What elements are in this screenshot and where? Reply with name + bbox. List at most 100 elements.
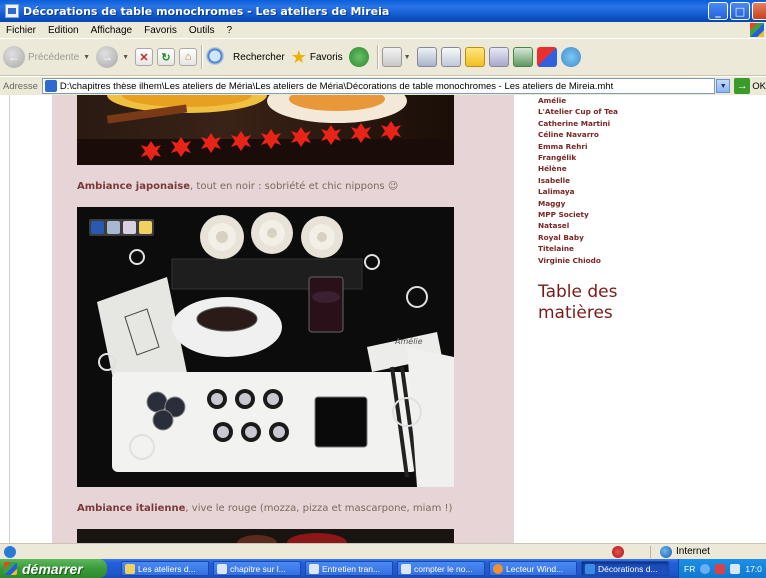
forward-button[interactable]: → bbox=[96, 46, 119, 68]
sidebar-link[interactable]: Isabelle bbox=[538, 175, 758, 186]
menu-affichage[interactable]: Affichage bbox=[85, 25, 139, 36]
edit-icon[interactable] bbox=[440, 47, 461, 67]
address-label: Adresse bbox=[3, 80, 38, 92]
zone-label: Internet bbox=[676, 546, 710, 557]
place-card-name: Amélie bbox=[395, 337, 423, 346]
taskbar-item[interactable]: chapitre sur l... bbox=[213, 561, 301, 576]
taskbar-item[interactable]: compter le no... bbox=[397, 561, 485, 576]
sidebar-link[interactable]: Virginie Chiodo bbox=[538, 255, 758, 266]
menu-bar: Fichier Edition Affichage Favoris Outils… bbox=[0, 22, 766, 38]
window-title: Décorations de table monochromes - Les a… bbox=[23, 4, 390, 18]
privacy-icon[interactable] bbox=[612, 545, 624, 558]
history-icon[interactable] bbox=[348, 47, 369, 67]
research-icon[interactable] bbox=[488, 47, 509, 67]
taskbar-item-label: chapitre sur l... bbox=[230, 563, 286, 574]
contacts-icon[interactable] bbox=[560, 47, 581, 67]
print-image-icon[interactable] bbox=[107, 221, 120, 234]
mail-dropdown-icon[interactable]: ▼ bbox=[404, 54, 411, 61]
windows-logo-icon bbox=[750, 23, 764, 37]
sidebar-link[interactable]: Lalimaya bbox=[538, 186, 758, 197]
media-icon[interactable] bbox=[536, 47, 557, 67]
search-button[interactable]: Rechercher bbox=[206, 47, 285, 67]
menu-outils[interactable]: Outils bbox=[183, 25, 221, 36]
photo-japanese-table: Amélie bbox=[77, 207, 454, 487]
photo-previous-table bbox=[77, 95, 454, 165]
window-controls: _ □ bbox=[708, 2, 766, 20]
sidebar-link[interactable]: Emma Rehri bbox=[538, 141, 758, 152]
open-folder-icon[interactable] bbox=[139, 221, 152, 234]
sidebar-link[interactable]: MPP Society bbox=[538, 209, 758, 220]
refresh-icon[interactable]: ↻ bbox=[157, 48, 176, 66]
media-player-icon bbox=[493, 563, 503, 574]
back-tray-icon[interactable] bbox=[700, 563, 711, 574]
sidebar-link[interactable]: Amélie bbox=[538, 95, 758, 106]
blog-post: Ambiance japonaise, tout en noir : sobri… bbox=[52, 95, 514, 543]
forward-arrow-icon: → bbox=[96, 46, 119, 68]
sidebar-link[interactable]: Royal Baby bbox=[538, 232, 758, 243]
sidebar-link[interactable]: L'Atelier Cup of Tea bbox=[538, 106, 758, 117]
sidebar-link[interactable]: Titelaine bbox=[538, 243, 758, 254]
word-document-icon bbox=[309, 563, 319, 574]
go-arrow-icon[interactable]: → bbox=[734, 78, 751, 94]
standard-toolbar: ← Précédente ▼ → ▼ ✕ ↻ ⌂ Rechercher ★ Fa… bbox=[0, 38, 766, 76]
caption-italian-text: , vive le rouge (mozza, pizza et mascarp… bbox=[185, 503, 453, 514]
taskbar-item[interactable]: Lecteur Wind... bbox=[489, 561, 577, 576]
caption-italian: Ambiance italienne, vive le rouge (mozza… bbox=[77, 503, 452, 514]
taskbar-item[interactable]: Entretien tran... bbox=[305, 561, 393, 576]
maximize-button[interactable]: □ bbox=[730, 2, 750, 20]
messenger-icon[interactable] bbox=[512, 47, 533, 67]
address-input[interactable]: D:\chapitres thèse ilhem\Les ateliers de… bbox=[41, 78, 716, 94]
favorites-label: Favoris bbox=[309, 51, 343, 63]
taskbar-item-active[interactable]: Décorations d... bbox=[581, 561, 669, 576]
sidebar: Amélie L'Atelier Cup of Tea Catherine Ma… bbox=[538, 95, 758, 324]
go-label[interactable]: OK bbox=[752, 81, 766, 92]
security-tray-icon[interactable] bbox=[715, 563, 726, 574]
sidebar-link[interactable]: Céline Navarro bbox=[538, 129, 758, 140]
mail-icon[interactable] bbox=[381, 47, 402, 67]
menu-help[interactable]: ? bbox=[220, 25, 238, 36]
taskbar-item-label: Lecteur Wind... bbox=[506, 563, 564, 574]
sidebar-link[interactable]: Frangélik bbox=[538, 152, 758, 163]
back-label: Précédente bbox=[28, 51, 80, 63]
language-indicator[interactable]: FR bbox=[684, 564, 695, 574]
mail-image-icon[interactable] bbox=[123, 221, 136, 234]
start-button[interactable]: démarrer bbox=[0, 559, 107, 578]
taskbar: démarrer Les ateliers d... chapitre sur … bbox=[0, 559, 766, 578]
taskbar-item-label: Les ateliers d... bbox=[138, 563, 196, 574]
blog-links-list: Amélie L'Atelier Cup of Tea Catherine Ma… bbox=[538, 95, 758, 266]
address-dropdown-icon[interactable]: ▼ bbox=[716, 79, 731, 93]
status-bar: Internet bbox=[0, 543, 766, 559]
sidebar-link[interactable]: Maggy bbox=[538, 198, 758, 209]
back-dropdown-icon[interactable]: ▼ bbox=[83, 54, 90, 61]
photo-italian-table-art bbox=[237, 533, 347, 543]
star-icon: ★ bbox=[290, 47, 307, 67]
menu-favoris[interactable]: Favoris bbox=[138, 25, 183, 36]
caption-japanese-title: Ambiance japonaise bbox=[77, 181, 191, 192]
sidebar-link[interactable]: Natasel bbox=[538, 220, 758, 231]
sidebar-link[interactable]: Catherine Martini bbox=[538, 118, 758, 129]
globe-icon bbox=[660, 545, 672, 558]
network-tray-icon[interactable] bbox=[730, 563, 741, 574]
page-icon bbox=[44, 80, 57, 92]
back-arrow-icon: ← bbox=[3, 46, 25, 68]
ie-page-icon bbox=[5, 4, 19, 18]
search-label: Rechercher bbox=[233, 51, 285, 63]
save-image-icon[interactable] bbox=[91, 221, 104, 234]
print-icon[interactable] bbox=[416, 47, 437, 67]
caption-japanese: Ambiance japonaise, tout en noir : sobri… bbox=[77, 181, 398, 192]
taskbar-item[interactable]: Les ateliers d... bbox=[121, 561, 209, 576]
home-icon[interactable]: ⌂ bbox=[179, 48, 198, 66]
word-document-icon bbox=[217, 563, 227, 574]
forward-dropdown-icon[interactable]: ▼ bbox=[122, 54, 129, 61]
back-button[interactable]: ← Précédente bbox=[3, 46, 79, 68]
favorites-button[interactable]: ★ Favoris bbox=[291, 48, 343, 66]
folder-icon[interactable] bbox=[464, 47, 485, 67]
menu-edition[interactable]: Edition bbox=[42, 25, 85, 36]
taskbar-item-label: compter le no... bbox=[414, 563, 473, 574]
sidebar-link[interactable]: Hélène bbox=[538, 163, 758, 174]
stop-icon[interactable]: ✕ bbox=[135, 48, 154, 66]
close-button[interactable] bbox=[752, 2, 766, 20]
caption-italian-title: Ambiance italienne bbox=[77, 503, 186, 514]
minimize-button[interactable]: _ bbox=[708, 2, 728, 20]
menu-fichier[interactable]: Fichier bbox=[0, 25, 42, 36]
